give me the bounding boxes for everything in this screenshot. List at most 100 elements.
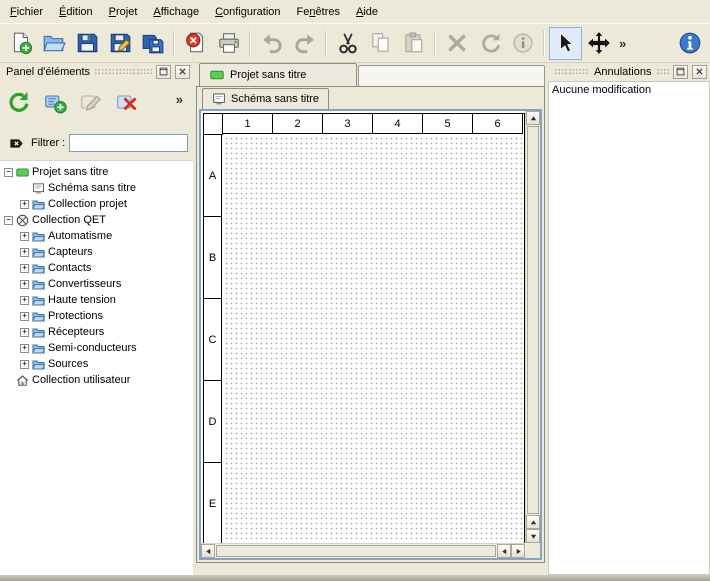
rotate-button[interactable] [473,27,506,60]
close-panel-button[interactable] [175,65,190,79]
folder-icon [32,198,45,211]
home-icon [16,374,29,387]
tree-item-semi-conducteurs[interactable]: +Semi-conducteurs [0,340,193,356]
expand-icon[interactable]: + [20,296,29,305]
clear-filter-button[interactable] [5,134,27,152]
elements-toolbar-overflow-chevron[interactable]: » [172,92,187,107]
float-icon [159,67,168,76]
tree-item-protections[interactable]: +Protections [0,308,193,324]
vertical-scrollbar[interactable] [525,111,540,543]
scroll-left-button-2[interactable] [497,544,511,558]
cut-button[interactable] [331,27,364,60]
vertical-scrollbar-thumb[interactable] [527,126,539,514]
tree-item-sources[interactable]: + Sources [0,356,193,372]
save-as-button[interactable] [103,27,136,60]
delete-button[interactable] [440,27,473,60]
expand-icon[interactable]: + [20,328,29,337]
workspace-area: Projet sans titre Schéma sans titre 1234… [196,62,545,563]
selection-arrow-icon [554,31,578,55]
tab-schema-sans-titre[interactable]: Schéma sans titre [202,88,329,109]
new-element-icon [43,90,67,114]
arrow-right-icon [515,548,522,555]
menu-edition[interactable]: Édition [51,3,101,21]
menu-aide[interactable]: Aide [348,3,386,21]
close-panel-button[interactable] [692,65,707,79]
filter-row: Filtrer : [0,131,193,155]
menu-projet[interactable]: Projet [101,3,146,21]
paste-button[interactable] [397,27,430,60]
scroll-down-button[interactable] [526,529,540,543]
menu-configuration[interactable]: Configuration [207,3,288,21]
tree-item-collection-utilisateur[interactable]: Collection utilisateur [0,372,193,388]
tree-item-collection-projet[interactable]: +Collection projet [0,196,193,212]
selection-arrow-button[interactable] [549,27,582,60]
copy-icon [369,31,393,55]
horizontal-scrollbar[interactable] [201,543,525,558]
tab-project-sans-titre[interactable]: Projet sans titre [199,63,357,86]
scroll-right-button[interactable] [511,544,525,558]
about-button[interactable] [673,27,706,60]
schema-tabbar: Schéma sans titre [197,87,544,109]
horizontal-scrollbar-thumb[interactable] [216,545,496,557]
scroll-up-button[interactable] [526,111,540,125]
project-workspace: Schéma sans titre 123456 ABCDE [196,86,545,563]
collapse-icon[interactable]: − [4,216,13,225]
close-file-button[interactable] [179,27,212,60]
dock-grip[interactable] [554,68,590,75]
delete-icon [445,31,469,55]
expand-icon[interactable]: + [20,280,29,289]
toolbar-overflow-chevron[interactable]: » [615,36,630,51]
scroll-left-button[interactable] [201,544,215,558]
expand-icon[interactable]: + [20,312,29,321]
tree-item-label: Contacts [48,262,91,274]
save-button[interactable] [70,27,103,60]
reload-button[interactable] [4,87,34,117]
info-button[interactable] [506,27,539,60]
expand-icon[interactable]: + [20,200,29,209]
print-icon [217,31,241,55]
undo-button[interactable] [255,27,288,60]
tree-item-haute-tension[interactable]: +Haute tension [0,292,193,308]
tree-item-convertisseurs[interactable]: +Convertisseurs [0,276,193,292]
new-document-button[interactable] [4,27,37,60]
filter-input[interactable] [69,134,188,152]
edit-element-button[interactable] [76,87,106,117]
expand-icon[interactable]: + [20,344,29,353]
elements-panel: Panel d'éléments » Filtrer : − Projet san… [0,62,193,575]
move-tool-button[interactable] [582,27,615,60]
tree-item-projet-sans-titre[interactable]: − Projet sans titre [0,164,193,180]
menu-fichier[interactable]: Fichier [2,3,51,21]
tree-item-capteurs[interactable]: +Capteurs [0,244,193,260]
tree-item-schema-sans-titre[interactable]: Schéma sans titre [0,180,193,196]
tree-item-automatisme[interactable]: +Automatisme [0,228,193,244]
expand-icon[interactable]: + [20,264,29,273]
redo-button[interactable] [288,27,321,60]
open-file-button[interactable] [37,27,70,60]
save-all-button[interactable] [136,27,169,60]
row-header-b: B [204,217,222,299]
undo-list[interactable]: Aucune modification [548,81,710,575]
float-panel-button[interactable] [156,65,171,79]
menu-fenetres[interactable]: Fenêtres [289,3,348,21]
tree-item-label: Projet sans titre [32,166,108,178]
collapse-icon[interactable]: − [4,168,13,177]
tree-item-label: Sources [48,358,88,370]
copy-button[interactable] [364,27,397,60]
expand-icon[interactable]: + [20,232,29,241]
elements-panel-titlebar[interactable]: Panel d'éléments [0,62,193,81]
undo-panel-titlebar[interactable]: Annulations [548,62,710,81]
new-element-button[interactable] [40,87,70,117]
dock-grip[interactable] [94,68,152,75]
expand-icon[interactable]: + [20,360,29,369]
menu-affichage[interactable]: Affichage [145,3,207,21]
delete-element-button[interactable] [112,87,142,117]
print-button[interactable] [212,27,245,60]
dock-grip[interactable] [656,68,670,75]
scroll-up-button-2[interactable] [526,515,540,529]
expand-icon[interactable]: + [20,248,29,257]
diagram-canvas[interactable]: 123456 ABCDE [201,111,525,543]
tree-item-recepteurs[interactable]: +Récepteurs [0,324,193,340]
float-panel-button[interactable] [673,65,688,79]
tree-item-contacts[interactable]: + Contacts [0,260,193,276]
tree-item-collection-qet[interactable]: −Collection QET [0,212,193,228]
